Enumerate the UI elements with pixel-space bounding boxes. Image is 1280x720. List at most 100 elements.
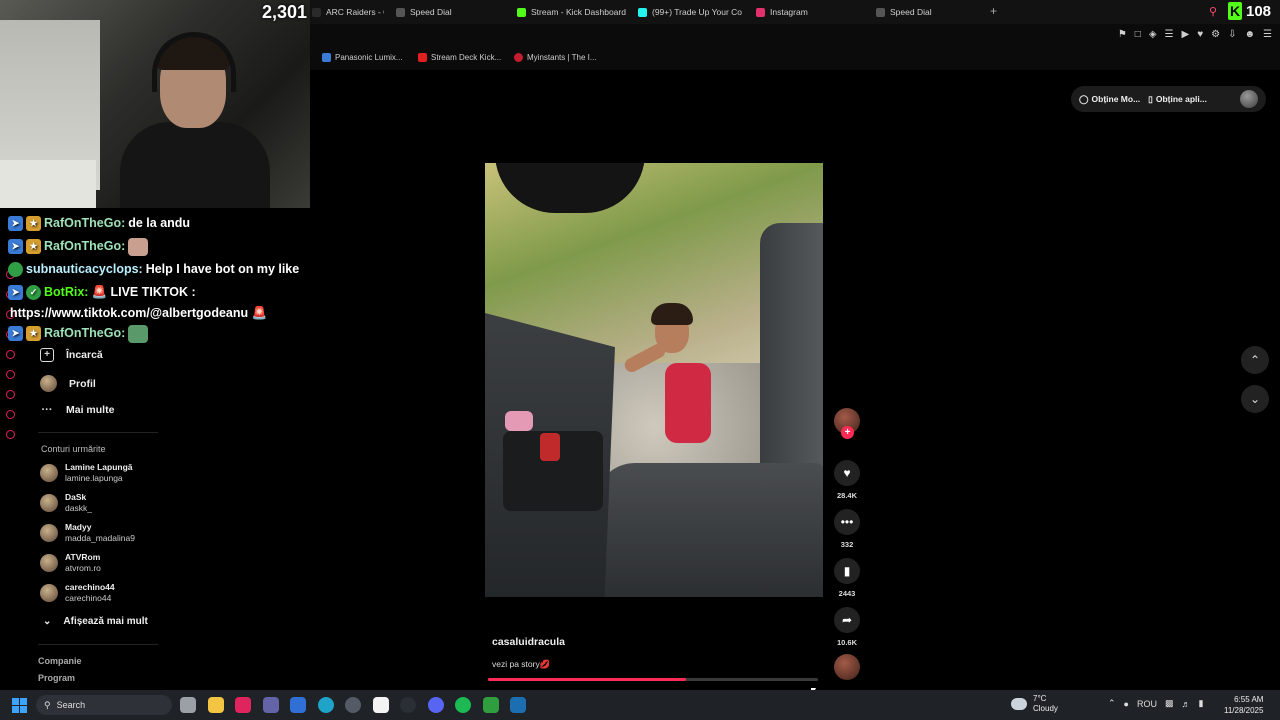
taskview-icon[interactable]: [180, 697, 196, 713]
video-username[interactable]: casaluidracula: [492, 636, 565, 648]
avatar: [40, 584, 58, 602]
taskbar-clock[interactable]: 6:55 AM 11/28/2025: [1224, 694, 1263, 716]
bookmark-panasonic[interactable]: Panasonic Lumix...: [322, 53, 403, 62]
share-icon: ➦: [834, 607, 860, 633]
tab-favicon: [396, 7, 405, 17]
video-seat: [595, 463, 823, 597]
download-icon[interactable]: ⇩: [1228, 29, 1236, 40]
comment-button[interactable]: ••• 332: [834, 509, 860, 549]
comment-icon: •••: [834, 509, 860, 535]
emote-icon: [128, 324, 149, 343]
discord-icon[interactable]: [427, 697, 444, 713]
get-coins-button[interactable]: ◯ Obține Mo...: [1079, 94, 1140, 105]
teams-icon[interactable]: [262, 697, 279, 713]
badge-icon: ✓: [26, 285, 41, 300]
video-player[interactable]: [485, 163, 823, 597]
taskbar-search[interactable]: ⚲ Search: [36, 695, 172, 715]
chat-username: BotRix:: [44, 285, 89, 299]
chat-text: de la andu: [128, 216, 191, 230]
tab-speed-dial-2[interactable]: Speed Dial: [876, 4, 986, 20]
following-name: Madyy: [65, 522, 92, 532]
edge-icon[interactable]: [317, 697, 334, 713]
volume-icon[interactable]: ♬: [1182, 699, 1191, 709]
network-icon[interactable]: ▩: [1165, 698, 1174, 709]
tab-kick-dashboard[interactable]: Stream - Kick Dashboard: [517, 4, 635, 20]
heart-icon[interactable]: ♥: [1197, 29, 1203, 40]
xbox-icon[interactable]: [482, 697, 499, 713]
microphone-icon[interactable]: ●: [1124, 699, 1129, 709]
creator-avatar-button[interactable]: +: [834, 408, 860, 439]
sound-button[interactable]: [834, 654, 860, 680]
get-app-button[interactable]: ▯ Obține apli...: [1148, 94, 1207, 105]
start-button[interactable]: [12, 698, 27, 713]
extensions-icon[interactable]: ⚙: [1211, 29, 1220, 40]
share-button[interactable]: ➦ 10.6K: [834, 607, 860, 647]
snapshot-icon[interactable]: □: [1135, 29, 1141, 40]
following-item[interactable]: ATVRom atvrom.ro: [40, 552, 101, 574]
footer-link-company[interactable]: Companie: [38, 656, 82, 666]
shield-icon[interactable]: ◈: [1149, 29, 1157, 40]
following-item[interactable]: DaSk daskk_: [40, 492, 92, 514]
save-button[interactable]: ▮ 2443: [834, 558, 860, 598]
following-item[interactable]: Madyy madda_madalina9: [40, 522, 135, 544]
following-item[interactable]: carechino44 carechino44: [40, 582, 115, 604]
following-handle: daskk_: [65, 503, 92, 513]
chevron-up-icon[interactable]: ⌃: [1108, 698, 1116, 709]
battery-icon[interactable]: ▮: [1199, 698, 1204, 709]
rail-icon[interactable]: [6, 350, 15, 359]
language-indicator[interactable]: ROU: [1137, 699, 1157, 709]
divider: [38, 432, 158, 433]
clock-app-icon[interactable]: [400, 697, 416, 713]
next-video-button[interactable]: ⌄: [1241, 385, 1269, 413]
bookmark-icon[interactable]: ⚑: [1118, 29, 1127, 40]
system-tray: ⌃ ● ROU ▩ ♬ ▮: [1108, 698, 1203, 709]
following-item[interactable]: Lamine Lapungă lamine.lapunga: [40, 462, 133, 484]
tab-arc-raiders[interactable]: ARC Raiders - Offi: [312, 4, 384, 20]
translate-icon[interactable]: ☰: [1165, 29, 1174, 40]
nav-profile[interactable]: Profil: [40, 375, 96, 392]
bookmark-label: Panasonic Lumix...: [335, 53, 403, 62]
nav-upload[interactable]: + Încarcă: [40, 348, 103, 362]
tab-favicon: [312, 7, 321, 17]
bookmark-myinstants[interactable]: Myinstants | The I...: [514, 53, 597, 62]
rail-icon[interactable]: [6, 390, 15, 399]
bookmark-stream-deck[interactable]: Stream Deck Kick...: [418, 53, 501, 62]
more-icon: ···: [41, 404, 53, 416]
follow-plus-icon[interactable]: +: [841, 426, 854, 439]
following-handle: carechino44: [65, 593, 112, 603]
video-progress-bar[interactable]: [488, 678, 818, 681]
weather-widget[interactable]: 7°C Cloudy: [1011, 694, 1058, 714]
user-avatar[interactable]: [1240, 90, 1258, 108]
streamer: [120, 30, 270, 208]
file-explorer-icon[interactable]: [207, 697, 224, 713]
get-app-label: Obține apli...: [1155, 94, 1207, 104]
youtube-favicon: [418, 53, 427, 62]
previous-video-button[interactable]: ⌃: [1241, 346, 1269, 374]
badge-icon: [8, 262, 23, 277]
chat-message-continued: https://www.tiktok.com/@albertgodeanu 🚨: [10, 304, 328, 322]
show-more-button[interactable]: ⌄ Afișează mai mult: [43, 616, 148, 627]
like-button[interactable]: ♥ 28.4K: [834, 460, 860, 500]
steam-dark-icon[interactable]: [345, 697, 361, 713]
profile-icon[interactable]: ☻: [1245, 29, 1256, 40]
steam-icon[interactable]: [510, 697, 526, 713]
store-icon[interactable]: [372, 697, 389, 713]
tab-tiktok[interactable]: (99+) Trade Up Your Cov: [638, 4, 742, 20]
menu-icon[interactable]: ☰: [1263, 29, 1272, 40]
tab-speed-dial[interactable]: Speed Dial: [396, 4, 506, 20]
rail-icon[interactable]: [6, 410, 15, 419]
spotify-icon[interactable]: [455, 697, 471, 713]
nav-more[interactable]: ··· Mai multe: [40, 403, 115, 417]
bookmark-favicon: [322, 53, 331, 62]
opera-icon[interactable]: [235, 697, 251, 713]
footer-link-program[interactable]: Program: [38, 673, 75, 683]
rail-icon[interactable]: [6, 430, 15, 439]
tab-instagram[interactable]: Instagram: [756, 4, 866, 20]
new-tab-button[interactable]: +: [990, 4, 997, 18]
get-coins-label: Obține Mo...: [1091, 94, 1141, 104]
rail-icon[interactable]: [6, 370, 15, 379]
play-icon[interactable]: ▶: [1182, 29, 1190, 40]
search-tabs-icon[interactable]: ⚲: [1209, 5, 1217, 18]
app-blue-icon[interactable]: [290, 697, 306, 713]
bookmark-label: Stream Deck Kick...: [431, 53, 502, 62]
